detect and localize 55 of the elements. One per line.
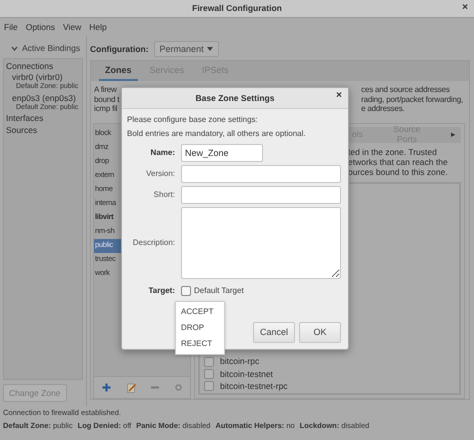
input-field[interactable] (181, 165, 341, 184)
description-text: A firew (94, 85, 118, 95)
service-name: bitcoin-rpc (220, 356, 260, 367)
dialog-button[interactable]: Cancel (253, 322, 295, 343)
input-field[interactable] (181, 186, 341, 204)
checkbox[interactable] (204, 380, 214, 391)
window-title: Firewall Configuration (192, 3, 282, 14)
description-field[interactable] (181, 207, 341, 280)
description-text: etworks that can reach the (348, 157, 449, 168)
remove-icon[interactable] (151, 386, 160, 389)
description-text: rading, port/packet forwarding, (361, 94, 463, 104)
sidebar-heading[interactable]: Connections (6, 61, 80, 72)
checkbox-label: Default Target (194, 286, 244, 296)
sidebar-heading[interactable]: Sources (6, 124, 80, 135)
field-label: Version: (145, 169, 175, 179)
caret-icon (206, 46, 213, 51)
checkbox[interactable] (204, 368, 214, 379)
configuration-dropdown[interactable]: Permanent (154, 40, 219, 58)
checkbox[interactable] (204, 356, 214, 367)
connection-item[interactable]: enp0s3 (enp0s3) (6, 92, 80, 103)
instruction-text: Please configure base zone settings: (127, 115, 259, 125)
menu-item[interactable]: ACCEPT (176, 304, 224, 320)
description-text: ces and source addresses (361, 85, 451, 95)
description-text: bound t (94, 94, 120, 104)
dialog-title: Base Zone Settings (196, 92, 274, 104)
menu-item[interactable]: REJECT (176, 336, 224, 352)
description-text: icmp fil (94, 104, 118, 114)
service-name: bitcoin-testnet-rpc (220, 380, 288, 391)
field-label: Short: (152, 190, 175, 200)
menu-item[interactable]: Options (26, 22, 55, 32)
menu-item[interactable]: DROP (176, 320, 224, 336)
service-name: bitcoin-testnet (220, 368, 273, 379)
configuration-label: Configuration: (90, 44, 149, 54)
connection-item[interactable]: virbr0 (virbr0) (6, 72, 80, 82)
add-icon[interactable] (102, 383, 111, 392)
description-text: e addresses. (361, 104, 406, 114)
edit-icon[interactable] (126, 382, 136, 392)
description-text: ources bound to this zone. (348, 167, 449, 178)
field-label: Target: (147, 286, 175, 296)
tab[interactable]: Zones (99, 61, 138, 81)
reload-icon[interactable] (175, 384, 182, 391)
section-toggle[interactable]: Active Bindings (22, 42, 80, 54)
checkbox[interactable] (181, 286, 191, 296)
menu-item[interactable]: File (4, 22, 18, 32)
instruction-text: Bold entries are mandatory, all others are optional. (127, 128, 307, 138)
menu-item[interactable]: View (63, 22, 82, 32)
menu-item[interactable]: Help (89, 22, 107, 32)
dialog-button[interactable]: OK (299, 322, 341, 343)
close-button[interactable]: × (462, 2, 468, 14)
close-button[interactable]: × (336, 90, 342, 102)
chevron-icon[interactable] (11, 44, 18, 52)
input-field[interactable]: New_Zone (181, 144, 263, 162)
sidebar-heading[interactable]: Interfaces (6, 113, 80, 124)
field-label: Description: (132, 238, 175, 248)
field-label: Name: (150, 148, 175, 158)
